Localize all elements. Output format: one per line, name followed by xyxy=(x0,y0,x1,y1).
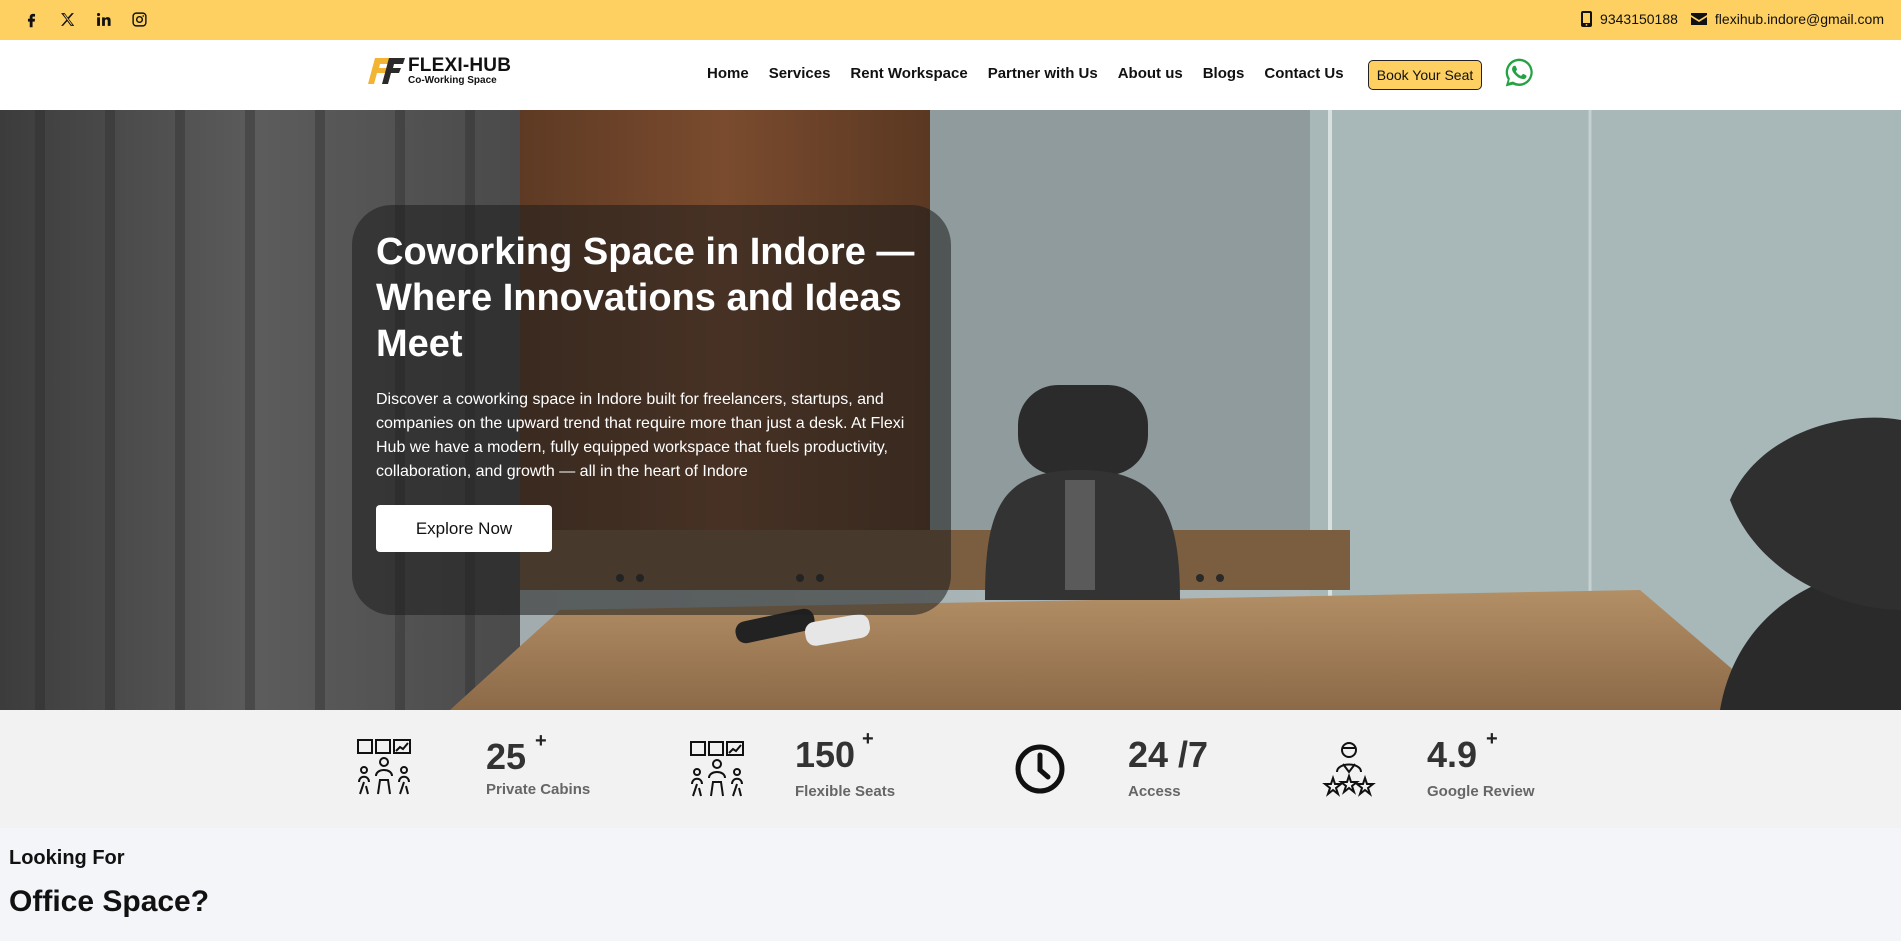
hero-section: Coworking Space in Indore — Where Innova… xyxy=(0,110,1901,710)
clock-icon xyxy=(1015,744,1065,794)
logo-mark-icon xyxy=(368,58,405,84)
social-links xyxy=(22,10,148,28)
explore-now-button[interactable]: Explore Now xyxy=(376,505,552,552)
top-bar: 9343150188 flexihub.indore@gmail.com xyxy=(0,0,1901,40)
stat-label-access: Access xyxy=(1128,783,1181,800)
stat-plus: + xyxy=(862,728,874,750)
meeting-icon xyxy=(690,741,744,797)
logo[interactable]: FLEXI-HUB Co-Working Space xyxy=(367,56,511,86)
site-header: FLEXI-HUB Co-Working Space Home Services… xyxy=(0,40,1901,110)
nav-blogs[interactable]: Blogs xyxy=(1203,65,1245,82)
main-nav: Home Services Rent Workspace Partner wit… xyxy=(707,65,1364,82)
nav-services[interactable]: Services xyxy=(769,65,831,82)
stat-plus: + xyxy=(535,730,547,752)
contact-info: 9343150188 flexihub.indore@gmail.com xyxy=(1581,11,1884,27)
nav-contact-us[interactable]: Contact Us xyxy=(1264,65,1343,82)
review-icon xyxy=(1322,742,1376,797)
envelope-icon xyxy=(1690,13,1707,25)
stats-bar: 25 + Private Cabins 150 + Flexible Seats… xyxy=(0,710,1901,828)
hero-title: Coworking Space in Indore — Where Innova… xyxy=(376,231,915,365)
linkedin-icon[interactable] xyxy=(94,10,112,28)
logo-title: FLEXI-HUB xyxy=(408,55,512,76)
nav-rent-workspace[interactable]: Rent Workspace xyxy=(850,65,967,82)
book-your-seat-button[interactable]: Book Your Seat xyxy=(1368,60,1482,90)
stat-label-private-cabins: Private Cabins xyxy=(486,781,591,798)
hero-description: Discover a coworking space in Indore bui… xyxy=(376,391,905,480)
stat-label-google-review: Google Review xyxy=(1427,783,1535,800)
stat-plus: + xyxy=(1486,728,1498,750)
logo-subtitle: Co-Working Space xyxy=(408,75,497,86)
nav-partner-with-us[interactable]: Partner with Us xyxy=(988,65,1098,82)
meeting-icon xyxy=(357,739,411,795)
nav-about-us[interactable]: About us xyxy=(1118,65,1183,82)
section-eyebrow: Looking For xyxy=(9,847,125,869)
phone-number[interactable]: 9343150188 xyxy=(1600,11,1678,27)
stat-value-private-cabins: 25 xyxy=(486,736,527,777)
instagram-icon[interactable] xyxy=(130,10,148,28)
hero-card: Coworking Space in Indore — Where Innova… xyxy=(352,205,951,615)
facebook-icon[interactable] xyxy=(22,10,40,28)
email-address[interactable]: flexihub.indore@gmail.com xyxy=(1715,11,1884,27)
whatsapp-icon[interactable] xyxy=(1503,56,1536,89)
stat-value-google-review: 4.9 xyxy=(1427,734,1478,775)
nav-home[interactable]: Home xyxy=(707,65,749,82)
phone-icon xyxy=(1581,11,1593,27)
stat-value-access: 24 /7 xyxy=(1128,734,1209,775)
stat-value-flexible-seats: 150 xyxy=(795,734,856,775)
x-icon[interactable] xyxy=(58,10,76,28)
section-heading: Office Space? xyxy=(9,885,210,918)
stat-label-flexible-seats: Flexible Seats xyxy=(795,783,896,800)
